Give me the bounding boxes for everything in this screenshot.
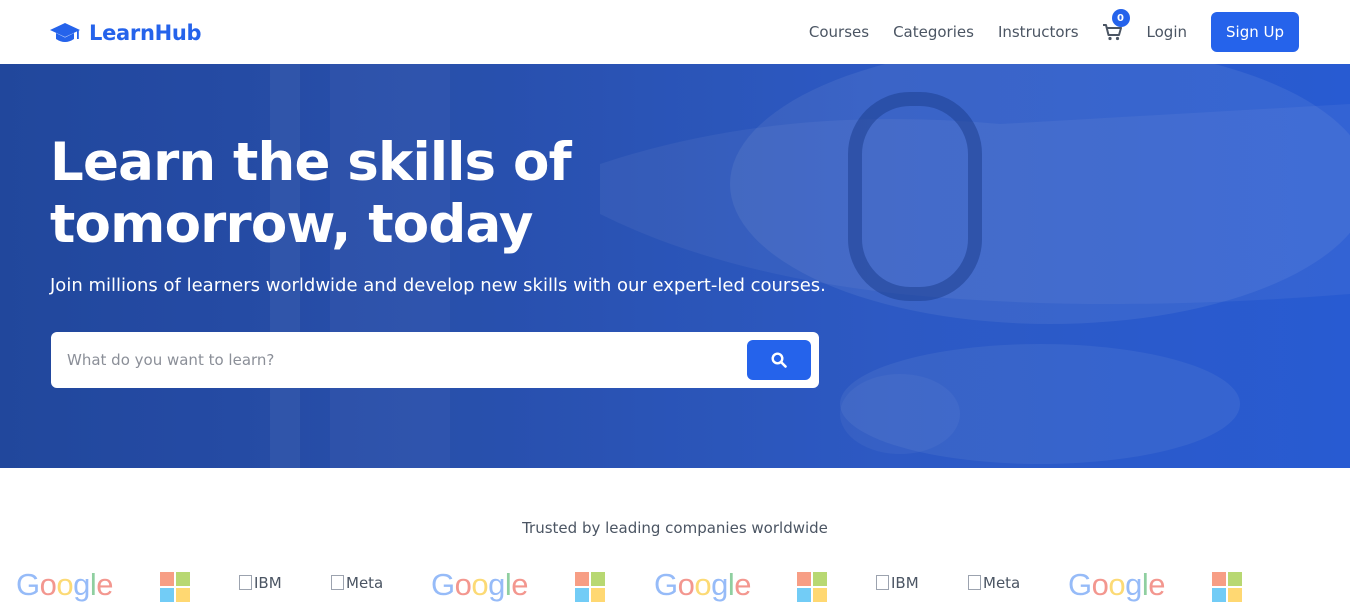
ibm-logo-broken-image: IBM	[239, 574, 282, 592]
hero-title-line-2: tomorrow, today	[50, 194, 533, 255]
trusted-by-heading: Trusted by leading companies worldwide	[522, 519, 828, 537]
meta-logo-broken-image: Meta	[331, 574, 383, 592]
google-logo: Google	[16, 567, 114, 602]
brand-name: LearnHub	[89, 21, 202, 45]
login-link[interactable]: Login	[1147, 23, 1187, 41]
microsoft-logo	[797, 572, 828, 603]
hero-background-image	[0, 64, 1350, 468]
microsoft-logo	[575, 572, 606, 603]
graduation-cap-icon	[50, 23, 80, 42]
meta-logo-alt: Meta	[346, 574, 384, 592]
brand-logo[interactable]: LearnHub	[50, 18, 202, 48]
search-input[interactable]	[51, 332, 741, 388]
hero-title: Learn the skills of tomorrow, today	[50, 132, 610, 256]
hero-title-line-1: Learn the skills of	[50, 132, 572, 193]
nav-links: Courses Categories Instructors 0 Login S…	[809, 9, 1299, 52]
cart-count-badge: 0	[1111, 9, 1130, 27]
broken-image-icon	[968, 575, 981, 590]
ibm-logo-alt: IBM	[254, 574, 282, 592]
meta-logo-broken-image: Meta	[968, 574, 1020, 592]
google-logo: Google	[1068, 567, 1166, 602]
nav-link-categories[interactable]: Categories	[893, 23, 974, 41]
company-logos-strip: Google IBM Meta Google Google IBM Meta G…	[0, 564, 1350, 608]
nav-link-courses[interactable]: Courses	[809, 23, 869, 41]
sign-up-button[interactable]: Sign Up	[1211, 12, 1299, 52]
broken-image-icon	[331, 575, 344, 590]
google-logo: Google	[431, 567, 529, 602]
cart-button[interactable]: 0	[1102, 9, 1130, 43]
google-logo: Google	[654, 567, 752, 602]
course-search-bar	[51, 332, 819, 388]
search-button[interactable]	[747, 340, 811, 380]
hero-subtitle: Join millions of learners worldwide and …	[50, 275, 826, 296]
nav-link-instructors[interactable]: Instructors	[998, 23, 1079, 41]
top-navbar: LearnHub Courses Categories Instructors …	[0, 0, 1350, 64]
microsoft-logo	[1212, 572, 1243, 603]
meta-logo-alt: Meta	[983, 574, 1021, 592]
broken-image-icon	[239, 575, 252, 590]
ibm-logo-broken-image: IBM	[876, 574, 919, 592]
hero-section: Learn the skills of tomorrow, today Join…	[0, 64, 1350, 468]
search-icon	[771, 352, 787, 368]
broken-image-icon	[876, 575, 889, 590]
microsoft-logo	[160, 572, 191, 603]
ibm-logo-alt: IBM	[891, 574, 919, 592]
